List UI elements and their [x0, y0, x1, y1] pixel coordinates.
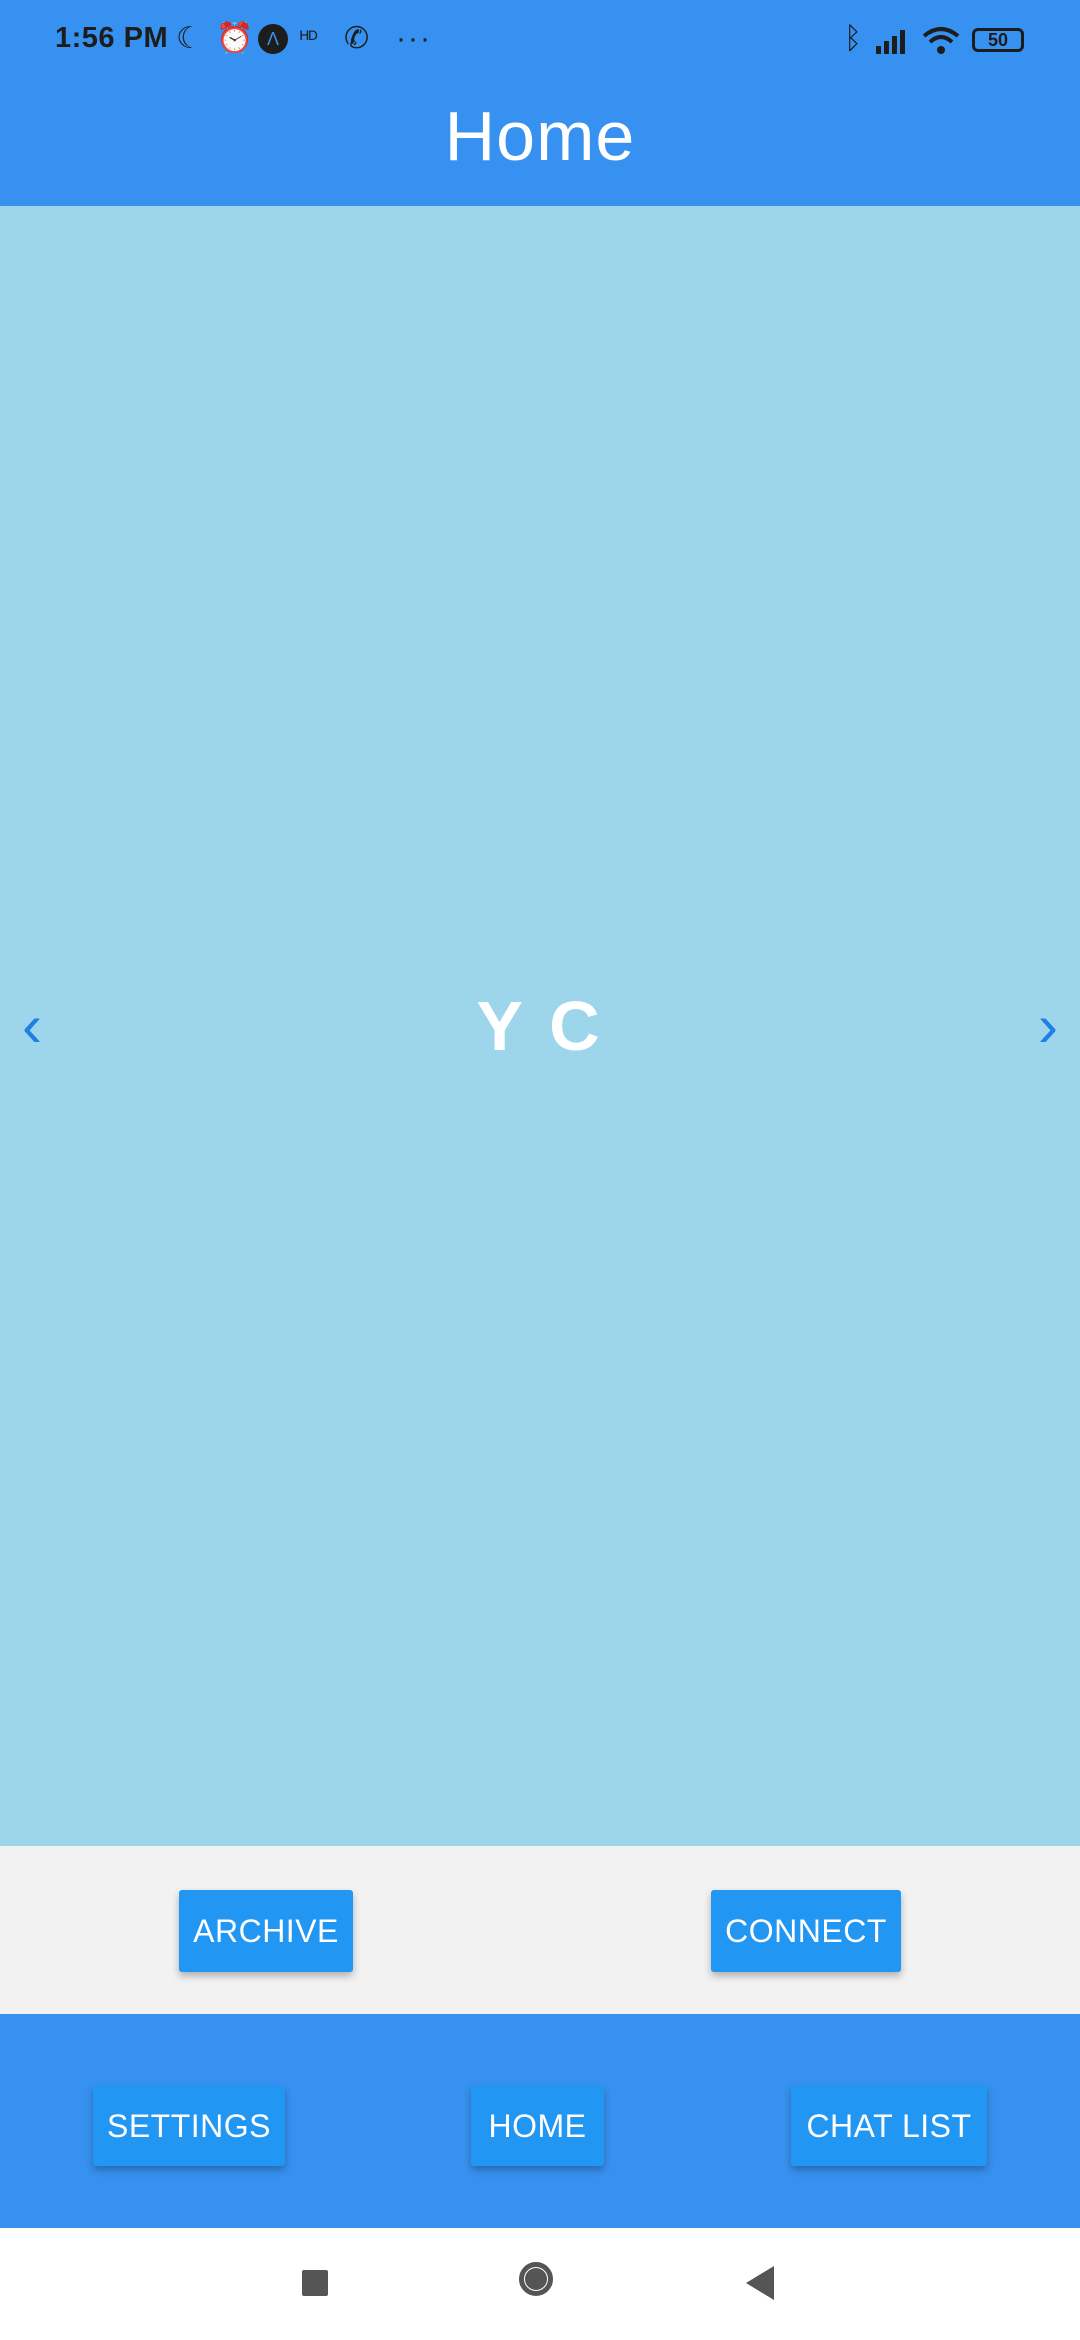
more-dots-icon: ···	[396, 22, 432, 55]
battery-icon: 50	[972, 28, 1024, 52]
alarm-icon: ⏰	[216, 22, 254, 55]
bottom-nav-bar: SETTINGS HOME CHAT LIST	[0, 2014, 1080, 2228]
next-arrow-icon[interactable]: ›	[1038, 996, 1058, 1056]
action-panel: ARCHIVE CONNECT	[0, 1846, 1080, 2014]
back-icon[interactable]	[746, 2266, 774, 2300]
bluetooth-icon: ᛒ	[844, 22, 862, 55]
home-circle-inner	[525, 2268, 547, 2290]
system-nav-bar	[0, 2228, 1080, 2340]
page-title: Home	[444, 97, 636, 175]
status-time: 1:56 PM	[55, 22, 169, 54]
app-icon: Λ	[258, 24, 288, 54]
settings-button[interactable]: SETTINGS	[93, 2086, 285, 2166]
connect-button[interactable]: CONNECT	[711, 1890, 901, 1972]
top-app-bar: 1:56 PM ☾ ⏰ Λ ᴴᴰ ✆ ··· ᛒ 50 Home	[0, 0, 1080, 206]
archive-button[interactable]: ARCHIVE	[179, 1890, 353, 1972]
signal-icon	[876, 30, 905, 54]
wifi-icon	[922, 27, 960, 54]
moon-icon: ☾	[176, 22, 203, 55]
recent-apps-icon[interactable]	[302, 2270, 328, 2296]
whatsapp-icon: ✆	[344, 22, 370, 55]
chat-list-button[interactable]: CHAT LIST	[791, 2086, 987, 2166]
hd-icon: ᴴᴰ	[300, 28, 318, 50]
home-button[interactable]: HOME	[471, 2086, 604, 2166]
profile-card[interactable]: ‹ Y C ›	[0, 206, 1080, 1846]
profile-initials: Y C	[476, 987, 604, 1065]
status-bar: 1:56 PM ☾ ⏰ Λ ᴴᴰ ✆ ··· ᛒ 50	[0, 0, 1080, 80]
